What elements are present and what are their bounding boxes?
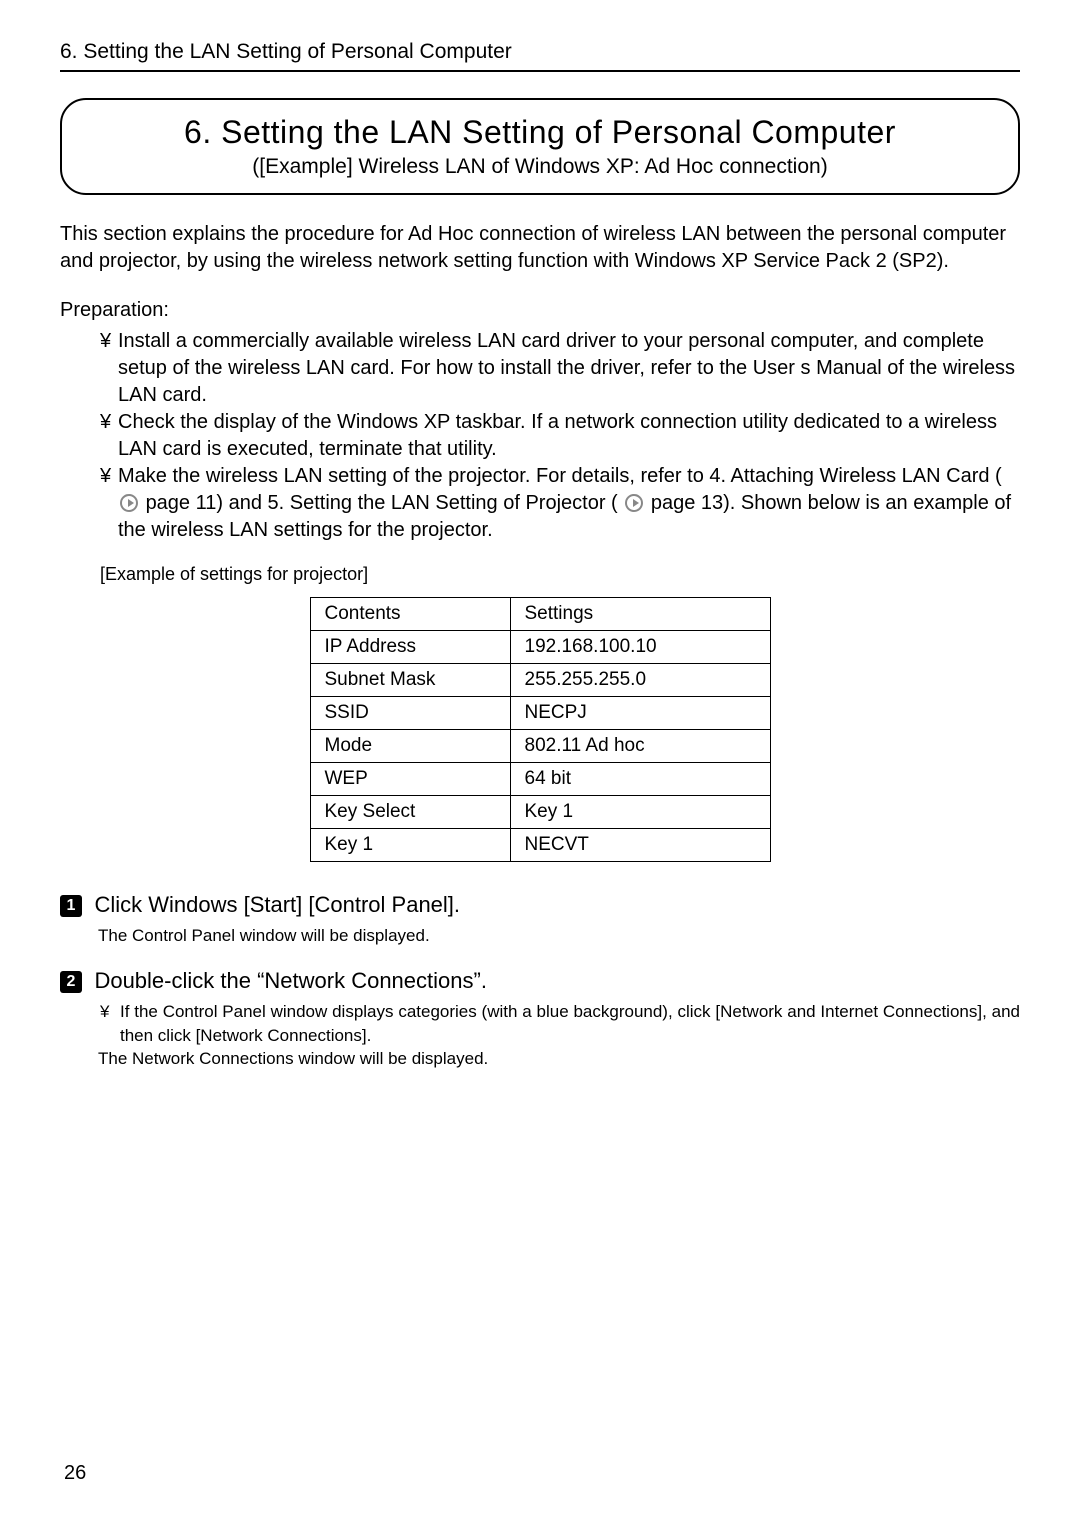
table-cell-value: 802.11 Ad hoc (510, 730, 770, 763)
table-cell-value: NECPJ (510, 697, 770, 730)
preparation-list: Install a commercially available wireles… (60, 328, 1020, 544)
page-number: 26 (64, 1462, 86, 1485)
table-row: ContentsSettings (310, 598, 770, 631)
table-cell-value: Settings (510, 598, 770, 631)
table-row: Mode802.11 Ad hoc (310, 730, 770, 763)
table-cell-key: Contents (310, 598, 510, 631)
preparation-item: Install a commercially available wireles… (100, 328, 1020, 409)
running-header-text: 6. Setting the LAN Setting of Personal C… (60, 40, 512, 63)
step-number-badge: 1 (60, 895, 82, 917)
table-cell-value: Key 1 (510, 796, 770, 829)
table-row: SSIDNECPJ (310, 697, 770, 730)
table-cell-key: SSID (310, 697, 510, 730)
table-cell-key: WEP (310, 763, 510, 796)
step-note: If the Control Panel window displays cat… (98, 1000, 1020, 1048)
table-row: Key 1NECVT (310, 829, 770, 862)
chapter-title-box: 6. Setting the LAN Setting of Personal C… (60, 98, 1020, 195)
table-cell-value: 255.255.255.0 (510, 664, 770, 697)
example-settings-label: [Example of settings for projector] (100, 564, 1020, 585)
preparation-item-text: Make the wireless LAN setting of the pro… (118, 465, 1002, 487)
preparation-item-text: page 11) and 5. Setting the LAN Setting … (146, 492, 618, 514)
page-ref-arrow-icon (120, 494, 138, 512)
step-description: The Control Panel window will be display… (98, 924, 1020, 948)
page-ref-arrow-icon (625, 494, 643, 512)
table-row: IP Address192.168.100.10 (310, 631, 770, 664)
projector-settings-table: ContentsSettings IP Address192.168.100.1… (310, 597, 771, 862)
running-header: 6. Setting the LAN Setting of Personal C… (60, 40, 1020, 72)
table-cell-key: Mode (310, 730, 510, 763)
table-cell-key: Key Select (310, 796, 510, 829)
step-title: Double-click the “Network Connections”. (94, 968, 487, 993)
table-cell-value: 64 bit (510, 763, 770, 796)
table-cell-value: NECVT (510, 829, 770, 862)
step: 1 Click Windows [Start] [Control Panel]. (60, 892, 1020, 918)
chapter-title: 6. Setting the LAN Setting of Personal C… (82, 114, 998, 151)
table-cell-key: Key 1 (310, 829, 510, 862)
table-row: Key SelectKey 1 (310, 796, 770, 829)
preparation-label: Preparation: (60, 299, 1020, 322)
preparation-item: Make the wireless LAN setting of the pro… (100, 463, 1020, 544)
step-title: Click Windows [Start] [Control Panel]. (94, 892, 460, 917)
preparation-item: Check the display of the Windows XP task… (100, 409, 1020, 463)
chapter-subtitle: ([Example] Wireless LAN of Windows XP: A… (82, 155, 998, 179)
step: 2 Double-click the “Network Connections”… (60, 968, 1020, 994)
table-cell-key: Subnet Mask (310, 664, 510, 697)
table-row: WEP64 bit (310, 763, 770, 796)
table-cell-value: 192.168.100.10 (510, 631, 770, 664)
table-cell-key: IP Address (310, 631, 510, 664)
step-number-badge: 2 (60, 971, 82, 993)
step-note: The Control Panel window will be display… (98, 924, 1020, 948)
table-row: Subnet Mask255.255.255.0 (310, 664, 770, 697)
intro-paragraph: This section explains the procedure for … (60, 221, 1020, 275)
step-description: If the Control Panel window displays cat… (98, 1000, 1020, 1071)
step-note: The Network Connections window will be d… (98, 1047, 1020, 1071)
